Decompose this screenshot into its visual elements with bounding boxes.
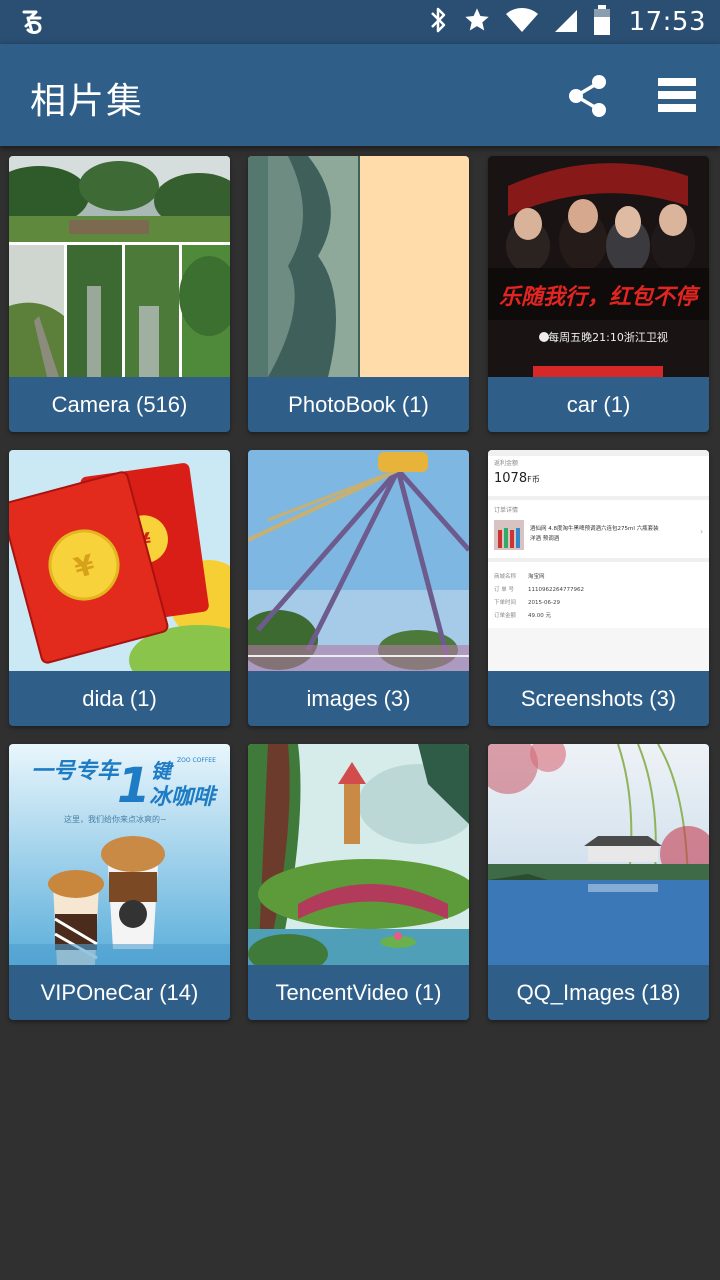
promo-subtitle: 这里，我们给你来点冰爽的~ xyxy=(64,814,167,824)
order-detail-label: 订单详情 xyxy=(494,506,518,514)
battery-icon xyxy=(593,4,611,40)
order-time-value: 2015-06-29 xyxy=(528,600,560,606)
album-caption: car (1) xyxy=(566,391,631,417)
promo-coffee: 冰咖啡 xyxy=(149,785,219,810)
album-thumbnail: ¥ ¥ xyxy=(9,450,230,671)
promo-key: 键 xyxy=(151,759,174,783)
album-thumbnail xyxy=(248,450,469,671)
album-tile-photobook[interactable]: PhotoBook (1) xyxy=(248,156,469,432)
album-tile-qq-images[interactable]: QQ_Images (18) xyxy=(488,744,709,1020)
status-bar: 17:53 xyxy=(0,0,720,44)
album-tile-viponecar[interactable]: 一号专车 1 键 冰咖啡 ZOO COFFEE 这里，我们给你来点冰爽的~ VI… xyxy=(9,744,230,1020)
share-icon xyxy=(569,75,606,117)
svg-text:›: › xyxy=(700,527,703,536)
album-caption: VIPOneCar (14) xyxy=(40,979,199,1005)
product-name-2: 洋酒 预调酒 xyxy=(530,534,560,542)
page-title: 相片集 xyxy=(30,81,145,122)
order-amount-label: 订单金额 xyxy=(494,611,517,619)
album-tile-car[interactable]: 乐随我行，红包不停 每周五晚21:10浙江卫视 car (1) xyxy=(488,156,709,432)
wifi-icon xyxy=(505,6,539,38)
album-caption: PhotoBook (1) xyxy=(288,391,429,417)
album-caption: dida (1) xyxy=(82,685,157,711)
bluetooth-icon xyxy=(429,5,449,39)
car-schedule-text: 每周五晚21:10浙江卫视 xyxy=(548,330,668,344)
album-tile-screenshots[interactable]: 返利金额 1078F币 订单详情 酒仙网 4.8度淘牛黑啤预调酒六连包275ml… xyxy=(488,450,709,726)
promo-brand: ZOO COFFEE xyxy=(177,757,216,764)
album-thumbnail: 返利金额 1078F币 订单详情 酒仙网 4.8度淘牛黑啤预调酒六连包275ml… xyxy=(488,450,709,671)
share-button[interactable] xyxy=(564,72,612,120)
app-bar: 相片集 xyxy=(0,44,720,146)
album-thumbnail xyxy=(488,744,709,965)
order-time-label: 下单时间 xyxy=(494,598,516,606)
app-notification-icon xyxy=(18,6,50,38)
album-tile-camera[interactable]: Camera (516) xyxy=(9,156,230,432)
album-thumbnail xyxy=(9,156,230,377)
album-tile-dida[interactable]: ¥ ¥ dida (1) xyxy=(9,450,230,726)
car-banner-text: 乐随我行，红包不停 xyxy=(499,284,701,310)
signal-icon xyxy=(553,6,579,38)
album-tile-images[interactable]: images (3) xyxy=(248,450,469,726)
order-amount-value: 49.00 元 xyxy=(528,612,551,619)
album-caption: TencentVideo (1) xyxy=(275,979,442,1005)
rebate-unit: F币 xyxy=(527,475,540,484)
album-thumbnail xyxy=(248,156,469,377)
album-thumbnail: 一号专车 1 键 冰咖啡 ZOO COFFEE 这里，我们给你来点冰爽的~ xyxy=(9,744,230,965)
album-thumbnail xyxy=(248,744,469,965)
list-view-icon xyxy=(658,78,696,112)
album-caption: images (3) xyxy=(306,685,411,711)
star-icon xyxy=(463,6,491,38)
rebate-amount: 1078 xyxy=(494,471,527,486)
promo-number: 1 xyxy=(117,758,150,814)
store-value: 淘宝网 xyxy=(528,572,545,580)
album-caption: Camera (516) xyxy=(51,391,188,417)
album-caption: Screenshots (3) xyxy=(520,685,677,711)
clock: 17:53 xyxy=(628,7,706,37)
list-view-button[interactable] xyxy=(652,74,700,118)
album-caption: QQ_Images (18) xyxy=(516,979,681,1005)
promo-headline: 一号专车 xyxy=(31,758,122,784)
album-tile-tencentvideo[interactable]: TencentVideo (1) xyxy=(248,744,469,1020)
order-no-value: 1110962264777962 xyxy=(528,587,584,593)
order-no-label: 订 单 号 xyxy=(494,585,514,593)
store-label: 商城名称 xyxy=(494,572,517,580)
album-thumbnail: 乐随我行，红包不停 每周五晚21:10浙江卫视 xyxy=(488,156,709,377)
product-name: 酒仙网 4.8度淘牛黑啤预调酒六连包275ml 六瓶套装 xyxy=(530,524,659,532)
rebate-label: 返利金额 xyxy=(494,459,518,467)
